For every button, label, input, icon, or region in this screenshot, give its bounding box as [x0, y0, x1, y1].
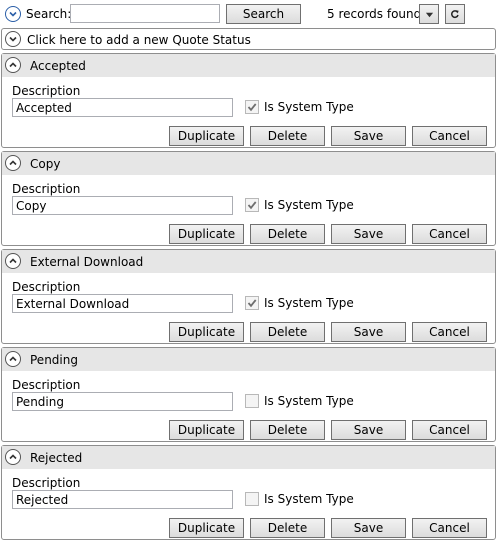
chevron-down-icon — [9, 11, 17, 17]
record-panel-header[interactable]: Copy — [2, 152, 495, 175]
record-title: Accepted — [30, 59, 86, 73]
chevron-down-icon — [9, 36, 17, 42]
cancel-button[interactable]: Cancel — [412, 322, 487, 342]
save-button[interactable]: Save — [331, 518, 406, 538]
chevron-up-icon — [9, 454, 17, 460]
delete-button[interactable]: Delete — [250, 322, 325, 342]
checkmark-icon — [247, 103, 257, 112]
system-type-label: Is System Type — [264, 492, 354, 506]
record-title: Copy — [30, 157, 61, 171]
collapse-toolbar-button[interactable] — [5, 6, 21, 22]
duplicate-button[interactable]: Duplicate — [169, 224, 244, 244]
system-type-checkbox[interactable] — [245, 394, 259, 408]
system-type-label: Is System Type — [264, 394, 354, 408]
cancel-button[interactable]: Cancel — [412, 518, 487, 538]
record-panel-header[interactable]: Rejected — [2, 446, 495, 469]
description-label: Description — [12, 84, 81, 98]
delete-button[interactable]: Delete — [250, 224, 325, 244]
record-title: External Download — [30, 255, 144, 269]
record-panel-header[interactable]: Accepted — [2, 54, 495, 77]
system-type-label: Is System Type — [264, 100, 354, 114]
description-label: Description — [12, 182, 81, 196]
duplicate-button[interactable]: Duplicate — [169, 322, 244, 342]
save-button[interactable]: Save — [331, 322, 406, 342]
collapse-panel-button[interactable] — [5, 57, 21, 73]
description-label: Description — [12, 476, 81, 490]
add-record-label: Click here to add a new Quote Status — [27, 33, 251, 47]
record-panel-header[interactable]: External Download — [2, 250, 495, 273]
chevron-up-icon — [9, 356, 17, 362]
collapse-panel-button[interactable] — [5, 449, 21, 465]
system-type-checkbox[interactable] — [245, 296, 259, 310]
cancel-button[interactable]: Cancel — [412, 126, 487, 146]
description-input[interactable] — [12, 490, 233, 509]
description-input[interactable] — [12, 294, 233, 313]
cancel-button[interactable]: Cancel — [412, 420, 487, 440]
description-input[interactable] — [12, 196, 233, 215]
cancel-button[interactable]: Cancel — [412, 224, 487, 244]
search-input[interactable] — [70, 4, 220, 23]
checkmark-icon — [247, 299, 257, 308]
description-input[interactable] — [12, 392, 233, 411]
record-panel-header[interactable]: Pending — [2, 348, 495, 371]
system-type-label: Is System Type — [264, 198, 354, 212]
save-button[interactable]: Save — [331, 126, 406, 146]
delete-button[interactable]: Delete — [250, 420, 325, 440]
record-panel: Pending Description Is System Type Duplicat… — [1, 347, 496, 442]
collapse-panel-button[interactable] — [5, 155, 21, 171]
add-record-toggle[interactable] — [5, 31, 21, 47]
duplicate-button[interactable]: Duplicate — [169, 126, 244, 146]
delete-button[interactable]: Delete — [250, 126, 325, 146]
save-button[interactable]: Save — [331, 224, 406, 244]
record-panel: Accepted Description Is System Type Duplica… — [1, 53, 496, 148]
record-panel: Rejected Description Is System Type Duplica… — [1, 445, 496, 540]
chevron-up-icon — [9, 160, 17, 166]
refresh-icon — [451, 10, 459, 19]
record-panel: External Download Description Is System Ty… — [1, 249, 496, 344]
chevron-up-icon — [9, 258, 17, 264]
collapse-panel-button[interactable] — [5, 253, 21, 269]
system-type-label: Is System Type — [264, 296, 354, 310]
search-button[interactable]: Search — [226, 4, 301, 24]
checkmark-icon — [247, 201, 257, 210]
description-label: Description — [12, 378, 81, 392]
duplicate-button[interactable]: Duplicate — [169, 518, 244, 538]
save-button[interactable]: Save — [331, 420, 406, 440]
system-type-checkbox[interactable] — [245, 100, 259, 114]
dropdown-arrow-icon — [425, 12, 433, 17]
collapse-panel-button[interactable] — [5, 351, 21, 367]
record-title: Rejected — [30, 451, 83, 465]
system-type-checkbox[interactable] — [245, 198, 259, 212]
dropdown-button[interactable] — [419, 4, 439, 24]
description-input[interactable] — [12, 98, 233, 117]
search-label: Search: — [26, 7, 72, 21]
records-count: 5 records found. — [327, 7, 426, 21]
record-title: Pending — [30, 353, 78, 367]
chevron-up-icon — [9, 62, 17, 68]
add-new-record-bar[interactable]: Click here to add a new Quote Status — [1, 28, 496, 50]
duplicate-button[interactable]: Duplicate — [169, 420, 244, 440]
description-label: Description — [12, 280, 81, 294]
system-type-checkbox[interactable] — [245, 492, 259, 506]
search-toolbar: Search: Search 5 records found. — [0, 0, 498, 28]
refresh-button[interactable] — [445, 4, 465, 24]
record-panel: Copy Description Is System Type Duplicate De… — [1, 151, 496, 246]
delete-button[interactable]: Delete — [250, 518, 325, 538]
